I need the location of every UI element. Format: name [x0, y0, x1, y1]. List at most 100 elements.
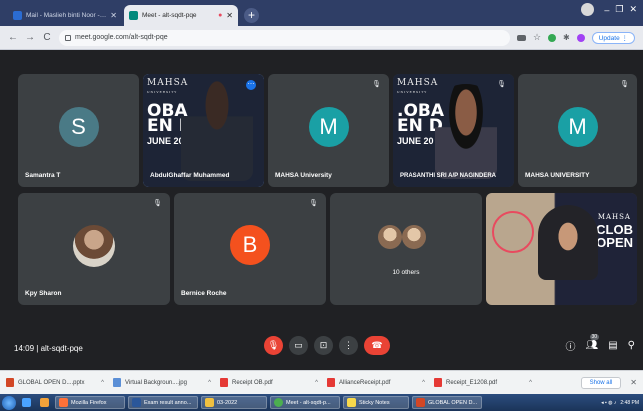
- close-window-button[interactable]: ✕: [629, 4, 637, 15]
- mic-off-icon: 🎙︎: [372, 81, 381, 88]
- participant-tile[interactable]: 🎙︎ M MAHSA University: [268, 74, 389, 187]
- tab-meet[interactable]: Meet - alt-sqdt-pqe ● ✕: [124, 5, 238, 26]
- close-tab-icon[interactable]: ✕: [110, 11, 117, 20]
- show-all-button[interactable]: Show all: [580, 376, 622, 389]
- pdf-file-icon: [220, 378, 228, 387]
- participant-video: [538, 205, 598, 280]
- present-button[interactable]: ⊡: [314, 336, 333, 355]
- maximize-button[interactable]: ❐: [615, 4, 623, 15]
- meeting-details[interactable]: 14:09 | alt-sqdt-pqe: [14, 344, 83, 353]
- ie-icon: [22, 398, 31, 407]
- minimize-button[interactable]: –: [604, 5, 609, 15]
- camera-indicator-icon[interactable]: [516, 34, 526, 41]
- download-item[interactable]: AllianceReceipt.pdf ^: [327, 378, 431, 387]
- tray-icons[interactable]: ◂ ▪ ◍ ♪: [601, 400, 616, 406]
- taskbar-item[interactable]: Mozilla Firefox: [55, 396, 125, 409]
- avatar[interactable]: [576, 33, 585, 42]
- participant-count: 30: [589, 334, 600, 340]
- tab-mail[interactable]: Mail - Maslieh binti Noor - Outlo... ✕: [8, 5, 122, 26]
- system-tray: ◂ ▪ ◍ ♪ 2:48 PM: [601, 400, 643, 406]
- taskbar-item[interactable]: [19, 396, 34, 409]
- tab-title: Meet - alt-sqdt-pqe: [142, 12, 197, 19]
- taskbar-item[interactable]: Sticky Notes: [343, 396, 409, 409]
- taskbar-item[interactable]: GLOBAL OPEN D...: [412, 396, 482, 409]
- download-filename: Receipt_E1208.pdf: [446, 379, 498, 386]
- participant-tile[interactable]: 🎙︎ Kpy Sharon: [18, 193, 170, 305]
- os-taskbar: Mozilla Firefox Exam result anno... 03-2…: [0, 394, 643, 411]
- more-options-button[interactable]: ⋮: [339, 336, 358, 355]
- download-item[interactable]: Receipt_E1208.pdf ^: [434, 378, 538, 387]
- chevron-up-icon[interactable]: ^: [208, 380, 217, 386]
- tab-title: Mail - Maslieh binti Noor - Outlo...: [26, 12, 107, 19]
- participant-tile[interactable]: MAHSA CLOB OPEN: [486, 193, 637, 305]
- update-button[interactable]: Update ⋮: [591, 31, 635, 44]
- recording-dot-icon: ●: [218, 12, 223, 19]
- taskbar-item-label: Exam result anno...: [144, 399, 192, 406]
- start-button[interactable]: [2, 395, 16, 410]
- participant-name: PRASANTHI SRI A/P NAGINDERA: [400, 173, 497, 179]
- pdf-file-icon: [434, 378, 442, 387]
- profile-icon[interactable]: [581, 3, 595, 16]
- pdf-file-icon: [327, 378, 335, 387]
- chevron-up-icon[interactable]: ^: [101, 380, 110, 386]
- chevron-up-icon[interactable]: ^: [315, 380, 324, 386]
- info-icon[interactable]: ⓘ: [566, 338, 576, 353]
- participant-name: AbdulGhaffar Muhammed: [150, 172, 230, 179]
- powerpoint-icon: [416, 398, 425, 407]
- taskbar-item[interactable]: Meet - alt-sqdt-p...: [270, 396, 340, 409]
- download-item[interactable]: Virtual Backgroun....jpg ^: [113, 378, 217, 387]
- download-item[interactable]: Receipt OB.pdf ^: [220, 378, 324, 387]
- more-options-icon[interactable]: ⋯: [246, 80, 256, 90]
- participant-tile[interactable]: MAHSA UNIVERSITY .OBA EN D JUNE 20 🎙︎ PRAS…: [393, 74, 514, 187]
- close-icon[interactable]: ✕: [630, 378, 637, 387]
- participant-tile[interactable]: S Samantra T: [18, 74, 139, 187]
- chat-icon[interactable]: ▤: [608, 340, 617, 351]
- mic-off-icon: 🎙︎: [309, 200, 318, 207]
- sticky-notes-icon: [347, 398, 356, 407]
- avatar: [73, 225, 115, 267]
- participant-tile[interactable]: 🎙︎ B Bernice Roche: [174, 193, 326, 305]
- extensions-puzzle-icon[interactable]: ✱: [563, 33, 570, 42]
- download-item[interactable]: GLOBAL OPEN D....pptx ^: [6, 378, 110, 387]
- avatar: S: [58, 106, 99, 147]
- participant-video: [435, 84, 497, 179]
- mic-toggle-button[interactable]: 🎙︎: [264, 336, 283, 355]
- participant-tile[interactable]: MAHSA UNIVERSITY OBA EN D JUNE 20 ⋯ AbdulG…: [143, 74, 264, 187]
- bookmark-star-icon[interactable]: ☆: [533, 32, 541, 43]
- camera-toggle-button[interactable]: ▭: [289, 336, 308, 355]
- activities-icon[interactable]: ⚲: [628, 340, 635, 351]
- present-screen-icon: ⊡: [319, 340, 328, 350]
- address-bar[interactable]: meet.google.com/alt-sqdt-pqe: [59, 29, 510, 46]
- chrome-icon: [274, 398, 283, 407]
- download-filename: Receipt OB.pdf: [232, 379, 273, 386]
- extension-icon[interactable]: [548, 33, 557, 42]
- close-tab-icon[interactable]: ✕: [226, 11, 233, 20]
- browser-tab-strip: Mail - Maslieh binti Noor - Outlo... ✕ M…: [0, 0, 643, 26]
- forward-icon[interactable]: →: [25, 32, 35, 43]
- back-icon[interactable]: ←: [8, 32, 18, 43]
- chevron-up-icon[interactable]: ^: [529, 380, 538, 386]
- taskbar-item[interactable]: 03-2022: [201, 396, 267, 409]
- call-controls: 🎙︎ ▭ ⊡ ⋮ ☎: [264, 336, 390, 355]
- side-controls: ⓘ 👥︎ 30 ▤ ⚲: [566, 334, 635, 353]
- reload-icon[interactable]: C: [42, 32, 52, 43]
- meet-stage: S Samantra T MAHSA UNIVERSITY OBA EN D JUN…: [0, 50, 643, 370]
- pptx-file-icon: [6, 378, 14, 387]
- others-tile[interactable]: 10 others: [330, 193, 482, 305]
- clock[interactable]: 2:48 PM: [620, 400, 639, 406]
- firefox-icon: [59, 398, 68, 407]
- banner-headline: CLOB OPEN: [596, 222, 633, 250]
- leave-call-button[interactable]: ☎: [364, 336, 390, 355]
- people-button[interactable]: 👥︎ 30: [586, 334, 600, 351]
- download-filename: GLOBAL OPEN D....pptx: [18, 379, 85, 386]
- mic-off-icon: 🎙︎: [497, 81, 506, 88]
- camera-icon: ▭: [294, 340, 303, 350]
- taskbar-item[interactable]: Exam result anno...: [128, 396, 198, 409]
- avatar: [402, 225, 426, 249]
- new-tab-button[interactable]: +: [244, 8, 259, 23]
- taskbar-item[interactable]: [37, 396, 52, 409]
- participant-tile[interactable]: 🎙︎ M MAHSA UNIVERSITY: [518, 74, 637, 187]
- chevron-up-icon[interactable]: ^: [422, 380, 431, 386]
- mic-off-icon: 🎙︎: [153, 200, 162, 207]
- screen: Mail - Maslieh binti Noor - Outlo... ✕ M…: [0, 0, 643, 411]
